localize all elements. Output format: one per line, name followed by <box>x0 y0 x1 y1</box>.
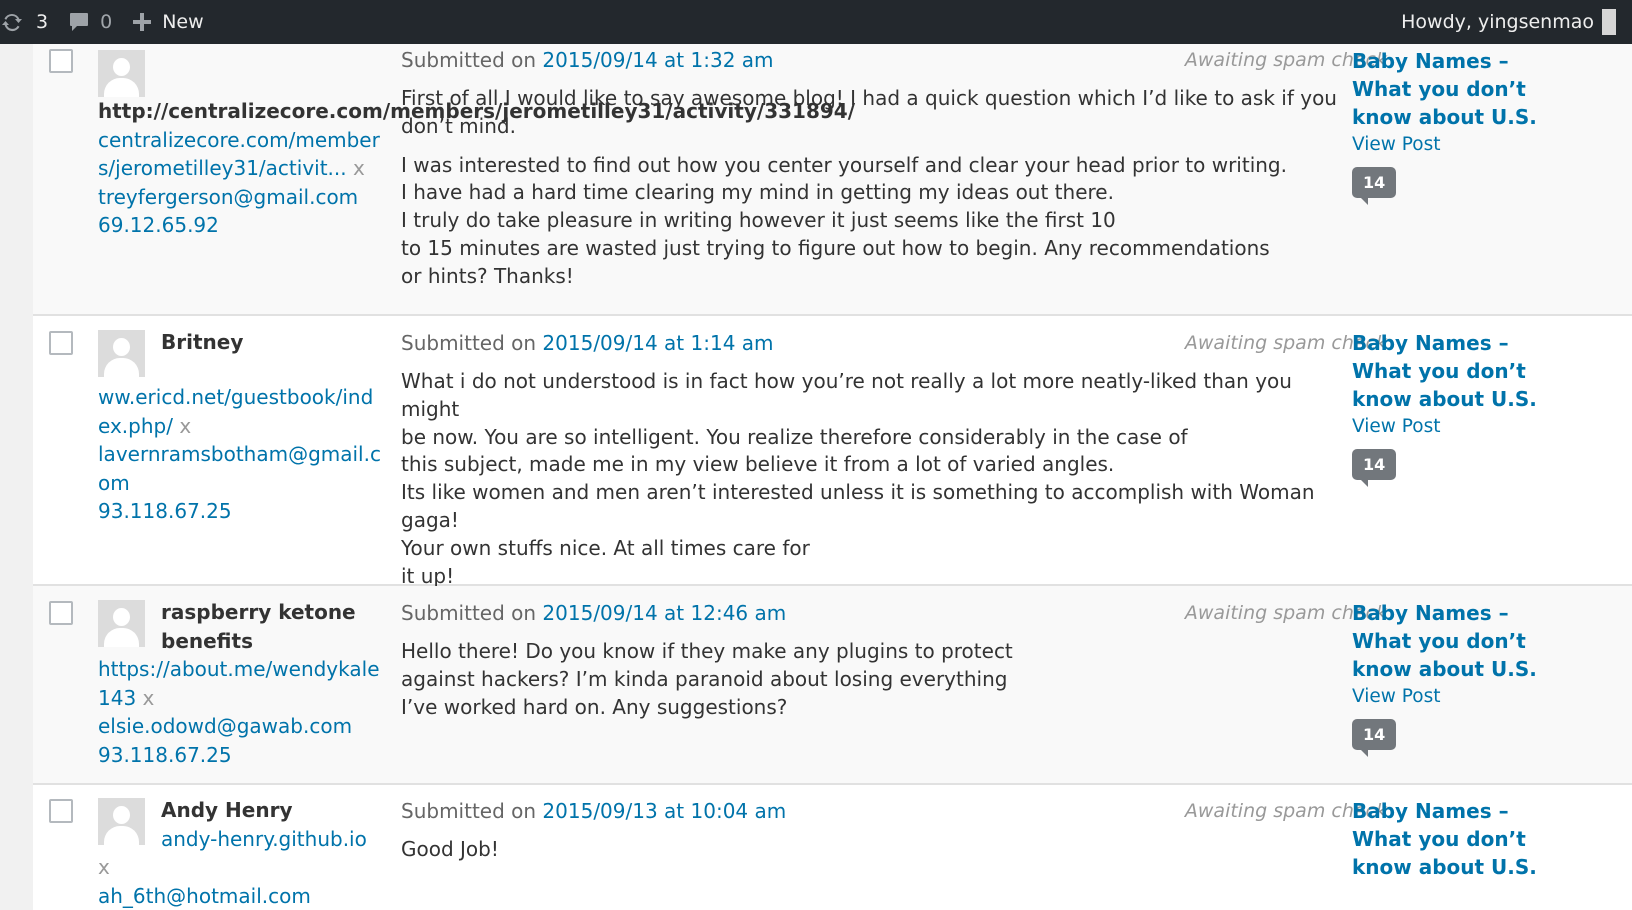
comment-paragraph: I was interested to find out how you cen… <box>401 152 1287 288</box>
view-post-link[interactable]: View Post <box>1352 683 1567 711</box>
comment-bubble-icon <box>70 13 89 31</box>
remove-url-button[interactable]: x <box>98 855 110 879</box>
comment-paragraph: What i do not understood is in fact how … <box>401 369 1315 588</box>
comment-date-link[interactable]: 2015/09/14 at 1:32 am <box>542 48 773 72</box>
remove-url-button[interactable]: x <box>179 414 191 438</box>
author-name: http://centralizecore.com/members/jerome… <box>98 99 855 123</box>
comment-author: http://centralizecore.com/members/jerome… <box>98 48 855 240</box>
submitted-prefix: Submitted on <box>401 601 537 625</box>
comment-text: What i do not understood is in fact how … <box>401 368 1341 601</box>
in-response-to: Baby Names – What you don’t know about U… <box>1352 48 1567 206</box>
comment-paragraph: First of all I would like to say awesome… <box>401 86 1337 138</box>
avatar <box>98 50 145 97</box>
comment-author: raspberry ketone benefits https://about.… <box>98 598 383 769</box>
avatar <box>98 798 145 845</box>
comment-text: Hello there! Do you know if they make an… <box>401 638 1341 732</box>
submitted-on: Submitted on 2015/09/14 at 1:32 am <box>401 48 774 72</box>
author-url-link[interactable]: andy-henry.github.io <box>161 827 367 851</box>
remove-url-button[interactable]: x <box>143 686 155 710</box>
avatar <box>98 330 145 377</box>
plus-icon <box>133 13 152 31</box>
author-url-link[interactable]: ww.ericd.net/guestbook/index.php/ <box>98 385 373 438</box>
comment-date-link[interactable]: 2015/09/13 at 10:04 am <box>542 799 786 823</box>
view-post-link[interactable]: View Post <box>1352 413 1567 441</box>
remove-url-button[interactable]: x <box>353 156 365 180</box>
comment-row: Britney ww.ericd.net/guestbook/index.php… <box>33 316 1632 588</box>
comment-paragraph: Good Job! <box>401 837 499 861</box>
submitted-on: Submitted on 2015/09/14 at 12:46 am <box>401 601 786 625</box>
account-menu[interactable]: Howdy, yingsenmao <box>1401 0 1616 44</box>
post-title-link[interactable]: Baby Names – What you don’t know about U… <box>1352 48 1567 131</box>
comments-count: 0 <box>100 11 113 33</box>
comment-text: Good Job! <box>401 836 1341 875</box>
new-content-menu[interactable]: New <box>122 0 213 44</box>
comment-count-badge[interactable]: 14 <box>1352 449 1397 488</box>
comments-menu[interactable]: 0 <box>58 0 122 44</box>
updates-icon <box>2 13 22 32</box>
comment-author: Andy Henry andy-henry.github.io x ah_6th… <box>98 796 383 910</box>
author-email-link[interactable]: lavernramsbotham@gmail.com <box>98 440 383 497</box>
comment-row: raspberry ketone benefits https://about.… <box>33 586 1632 785</box>
post-title-link[interactable]: Baby Names – What you don’t know about U… <box>1352 798 1567 881</box>
author-url-link[interactable]: centralizecore.com/members/jerometilley3… <box>98 128 380 181</box>
admin-bar: 3 0 New Howdy, yingsenmao <box>0 0 1632 44</box>
comment-date-link[interactable]: 2015/09/14 at 1:14 am <box>542 331 773 355</box>
new-label: New <box>162 11 204 33</box>
submitted-prefix: Submitted on <box>401 799 537 823</box>
submitted-prefix: Submitted on <box>401 48 537 72</box>
comment-checkbox[interactable] <box>49 799 73 823</box>
in-response-to: Baby Names – What you don’t know about U… <box>1352 330 1567 488</box>
author-ip-link[interactable]: 93.118.67.25 <box>98 497 383 526</box>
author-email-link[interactable]: elsie.odowd@gawab.com <box>98 712 383 741</box>
comment-count-badge[interactable]: 14 <box>1352 167 1397 206</box>
post-title-link[interactable]: Baby Names – What you don’t know about U… <box>1352 600 1567 683</box>
comment-text: First of all I would like to say awesome… <box>401 85 1341 302</box>
submitted-on: Submitted on 2015/09/14 at 1:14 am <box>401 331 774 355</box>
comments-table: http://centralizecore.com/members/jerome… <box>33 44 1632 910</box>
comment-row: Andy Henry andy-henry.github.io x ah_6th… <box>33 785 1632 910</box>
author-ip-link[interactable]: 93.118.67.25 <box>98 741 383 770</box>
user-avatar <box>1602 9 1616 35</box>
post-title-link[interactable]: Baby Names – What you don’t know about U… <box>1352 330 1567 413</box>
submitted-prefix: Submitted on <box>401 331 537 355</box>
comment-author: Britney ww.ericd.net/guestbook/index.php… <box>98 328 383 526</box>
comment-checkbox[interactable] <box>49 601 73 625</box>
comment-checkbox[interactable] <box>49 331 73 355</box>
avatar <box>98 600 145 647</box>
author-ip-link[interactable]: 69.12.65.92 <box>98 211 383 240</box>
view-post-link[interactable]: View Post <box>1352 131 1567 159</box>
author-email-link[interactable]: treyfergerson@gmail.com <box>98 183 383 212</box>
comment-date-link[interactable]: 2015/09/14 at 12:46 am <box>542 601 786 625</box>
comment-row: http://centralizecore.com/members/jerome… <box>33 44 1632 316</box>
comment-paragraph: Hello there! Do you know if they make an… <box>401 639 1013 719</box>
updates-count: 3 <box>36 11 49 33</box>
comment-checkbox[interactable] <box>49 49 73 73</box>
updates-menu[interactable]: 3 <box>0 0 58 44</box>
submitted-on: Submitted on 2015/09/13 at 10:04 am <box>401 799 786 823</box>
author-email-link[interactable]: ah_6th@hotmail.com <box>98 882 383 910</box>
howdy-text: Howdy, yingsenmao <box>1401 11 1594 33</box>
in-response-to: Baby Names – What you don’t know about U… <box>1352 600 1567 758</box>
in-response-to: Baby Names – What you don’t know about U… <box>1352 798 1567 881</box>
comment-count-badge[interactable]: 14 <box>1352 719 1397 758</box>
author-url-link[interactable]: https://about.me/wendykale143 <box>98 657 380 710</box>
